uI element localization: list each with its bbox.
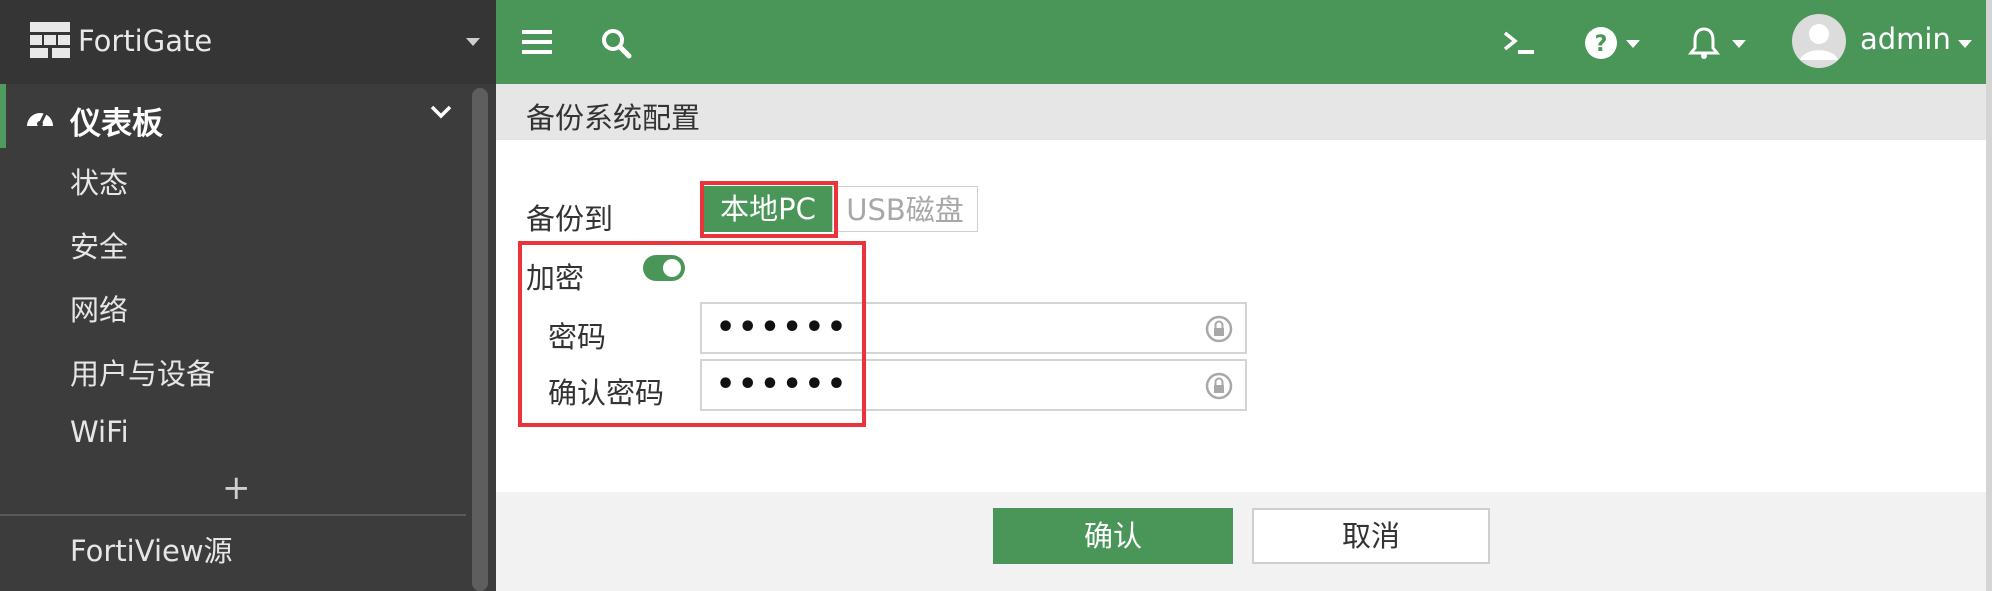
highlight-box-local-pc: [700, 181, 838, 238]
brand-header[interactable]: FortiGate: [0, 0, 496, 84]
notification-dropdown-icon[interactable]: [1732, 40, 1746, 48]
backup-to-label: 备份到: [526, 202, 614, 236]
page-title: 备份系统配置: [526, 101, 701, 135]
add-widget-icon[interactable]: +: [222, 468, 251, 508]
backup-usb-option[interactable]: USB磁盘: [832, 186, 978, 232]
sidebar-divider: [0, 514, 466, 516]
user-name[interactable]: admin: [1860, 22, 1951, 56]
help-dropdown-icon[interactable]: [1626, 40, 1640, 48]
page-scrollbar[interactable]: [1986, 0, 1992, 591]
fortinet-logo-icon: [30, 22, 70, 58]
help-icon[interactable]: ?: [1584, 26, 1618, 60]
cli-console-icon[interactable]: [1502, 30, 1536, 56]
svg-text:?: ?: [1595, 32, 1608, 57]
sidebar-item-security[interactable]: 安全: [70, 224, 128, 266]
user-dropdown-icon[interactable]: [1958, 40, 1972, 48]
sidebar-scrollbar[interactable]: [472, 88, 488, 591]
user-avatar[interactable]: [1792, 14, 1846, 68]
cancel-button[interactable]: 取消: [1252, 508, 1490, 564]
sidebar-item-wifi[interactable]: WiFi: [70, 415, 129, 449]
confirm-password-reveal-icon[interactable]: [1205, 372, 1233, 400]
ok-button[interactable]: 确认: [993, 508, 1233, 564]
menu-icon[interactable]: [522, 28, 552, 56]
page-header: 备份系统配置: [496, 84, 1986, 140]
sidebar-item-fortiview[interactable]: FortiView源: [70, 528, 233, 570]
chevron-down-icon[interactable]: [430, 104, 452, 120]
sidebar-item-status[interactable]: 状态: [70, 160, 128, 202]
search-icon[interactable]: [600, 27, 632, 59]
sidebar-item-users-devices[interactable]: 用户与设备: [70, 351, 215, 393]
dashboard-gauge-icon: [27, 111, 53, 127]
password-reveal-icon[interactable]: [1205, 315, 1233, 343]
sidebar: FortiGate 仪表板 状态 安全 网络 用户与设备 WiFi + Fort…: [0, 0, 496, 591]
sidebar-item-network[interactable]: 网络: [70, 287, 128, 329]
brand-name: FortiGate: [78, 24, 213, 58]
sidebar-section-label: 仪表板: [70, 106, 163, 142]
dialog-footer: [496, 492, 1986, 591]
notification-bell-icon[interactable]: [1688, 26, 1720, 60]
highlight-box-encryption: [518, 241, 866, 427]
sidebar-item-dashboard[interactable]: 仪表板: [0, 84, 470, 148]
top-bar: ? admin: [496, 0, 1986, 84]
brand-dropdown-icon[interactable]: [466, 38, 480, 46]
